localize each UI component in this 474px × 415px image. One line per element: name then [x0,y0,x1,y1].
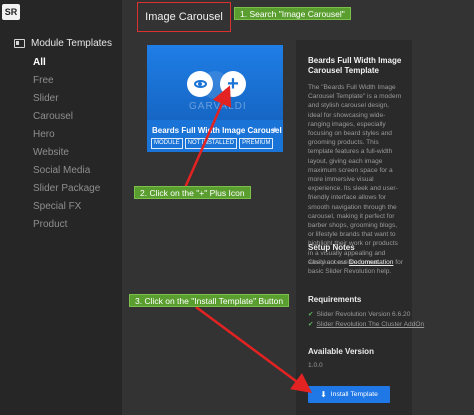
step-1-label: 1. Search "Image Carousel" [234,7,351,20]
plus-icon: + [227,73,239,95]
card-title: Beards Full Width Image Carousel [152,126,282,135]
add-plus-button[interactable]: + [220,71,246,97]
template-detail-panel: Beards Full Width Image Carousel Templat… [296,40,424,415]
setup-pre: Checkout our [308,259,350,266]
sidebar-title: Module Templates [14,38,112,49]
install-template-label: Install Template [330,391,378,398]
badge-premium: PREMIUM [239,138,274,149]
template-icon [14,39,25,48]
badge-module: MODULE [151,138,183,149]
step-3-label: 3. Click on the "Install Template" Butto… [129,294,290,307]
category-list: All Free Slider Carousel Hero Website So… [33,54,100,234]
thumbnail-watermark: GARVALDI [189,101,247,112]
card-badges: MODULE NOT INSTALLED PREMIUM [151,138,274,149]
detail-description: The "Beards Full Width Image Carousel Te… [308,84,402,266]
badge-not-installed: NOT INSTALLED [184,138,238,149]
search-input[interactable]: Image Carousel [137,2,231,32]
requirement-addon-link[interactable]: Slider Revolution The Cluster AddOn [317,320,425,330]
category-item-product[interactable]: Product [33,216,100,234]
requirements-heading: Requirements [308,295,362,304]
category-item-social-media[interactable]: Social Media [33,162,100,180]
category-item-slider-package[interactable]: Slider Package [33,180,100,198]
category-item-free[interactable]: Free [33,72,100,90]
category-item-all[interactable]: All [33,54,100,72]
available-version-heading: Available Version [308,347,374,356]
setup-notes-heading: Setup Notes [308,243,355,252]
sidebar-title-label: Module Templates [31,38,112,49]
sidebar: SR Module Templates All Free Slider Caro… [0,0,122,415]
star-icon[interactable]: ★ [271,125,279,136]
install-template-button[interactable]: ⬇ Install Template [308,386,390,403]
eye-icon [193,80,207,88]
category-item-slider[interactable]: Slider [33,90,100,108]
download-icon: ⬇ [320,390,327,399]
card-thumbnail: GARVALDI [147,45,283,120]
check-icon: ✔ [308,311,314,318]
requirement-item: ✔ Slider Revolution The Cluster AddOn [308,320,424,330]
category-item-carousel[interactable]: Carousel [33,108,100,126]
sr-logo[interactable]: SR [2,4,20,20]
available-version-value: 1.0.0 [308,362,323,369]
template-card[interactable]: GARVALDI + Beards Full Width Image Carou… [147,45,283,152]
requirements-list: ✔ Slider Revolution Version 6.6.20 ✔ Sli… [308,310,424,329]
category-item-special-fx[interactable]: Special FX [33,198,100,216]
category-item-website[interactable]: Website [33,144,100,162]
preview-button[interactable] [187,71,213,97]
requirement-item: ✔ Slider Revolution Version 6.6.20 [308,310,424,320]
documentation-link[interactable]: Documentation [349,259,393,266]
category-item-hero[interactable]: Hero [33,126,100,144]
step-2-label: 2. Click on the "+" Plus Icon [134,186,251,199]
check-icon: ✔ [308,320,314,328]
setup-notes-text: Checkout our Documentation for basic Sli… [308,258,404,276]
requirement-text: Slider Revolution Version 6.6.20 [316,311,411,318]
detail-title: Beards Full Width Image Carousel Templat… [308,56,402,75]
